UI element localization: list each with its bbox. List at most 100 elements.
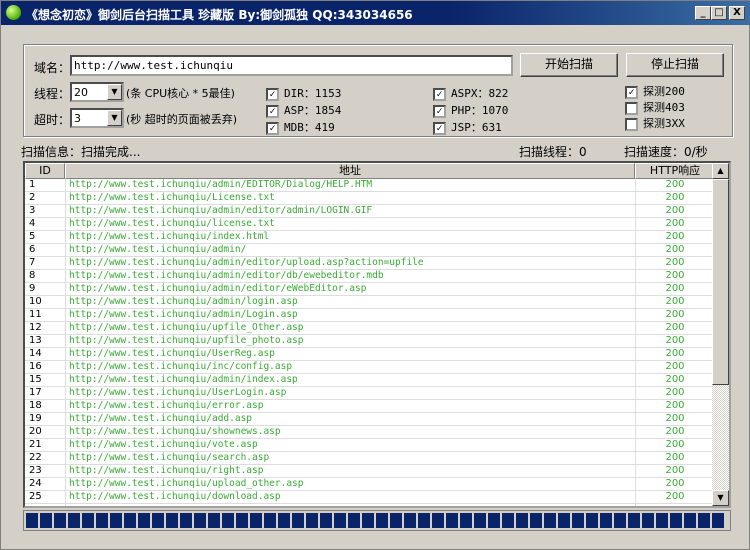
row-url[interactable]: http://www.test.ichunqiu/inc/config.asp (69, 361, 292, 373)
row-url[interactable]: http://www.test.ichunqiu/admin/editor/eW… (69, 283, 366, 295)
probe-checkbox[interactable]: ✓ 探测200 (625, 83, 685, 99)
threads-label: 线程： (34, 87, 71, 101)
table-row[interactable]: 11 http://www.test.ichunqiu/admin/Login.a… (25, 309, 715, 322)
checkbox-icon[interactable]: ✓ (266, 87, 279, 101)
row-url[interactable]: http://www.test.ichunqiu/admin/login.asp (69, 296, 298, 308)
table-row[interactable]: 1 http://www.test.ichunqiu/admin/EDITOR/D… (25, 179, 715, 192)
domain-input[interactable]: http://www.test.ichunqiu (70, 55, 513, 76)
checkbox-icon[interactable]: ✓ (433, 104, 446, 118)
table-row[interactable]: 16 http://www.test.ichunqiu/inc/config.as… (25, 361, 715, 374)
checkbox-icon[interactable]: ✓ (266, 104, 279, 118)
table-row[interactable]: 25 http://www.test.ichunqiu/download.asp 2… (25, 491, 715, 504)
table-row[interactable]: 7 http://www.test.ichunqiu/admin/editor/u… (25, 257, 715, 270)
table-row[interactable]: 5 http://www.test.ichunqiu/index.html 200 (25, 231, 715, 244)
column-header-http[interactable]: HTTP响应 (635, 163, 715, 179)
chevron-down-icon[interactable]: ▼ (107, 84, 122, 100)
progress-segment (334, 513, 346, 528)
row-url[interactable]: http://www.test.ichunqiu/UserLogin.asp (69, 387, 286, 399)
row-url[interactable]: http://www.test.ichunqiu/upfile_Other.as… (69, 322, 304, 334)
table-row[interactable]: 15 http://www.test.ichunqiu/admin/index.a… (25, 374, 715, 387)
maximize-button[interactable]: □ (711, 6, 727, 20)
dict-checkbox[interactable]: ✓ PHP：1070 (433, 102, 508, 118)
table-row[interactable]: 6 http://www.test.ichunqiu/admin/200 (25, 244, 715, 257)
progress-segment (572, 513, 584, 528)
column-header-address[interactable]: 地址 (65, 163, 635, 179)
table-row[interactable]: 8 http://www.test.ichunqiu/admin/editor/d… (25, 270, 715, 283)
table-row[interactable]: 23 http://www.test.ichunqiu/right.asp 200 (25, 465, 715, 478)
probe-checkbox[interactable]: 探测3XX (625, 115, 685, 131)
table-row[interactable]: 3 http://www.test.ichunqiu/admin/editor/a… (25, 205, 715, 218)
progress-segment (544, 513, 556, 528)
checkbox-icon[interactable]: ✓ (433, 121, 446, 135)
table-row[interactable]: 24 http://www.test.ichunqiu/upload_other.… (25, 478, 715, 491)
scrollbar-thumb[interactable] (712, 179, 729, 385)
row-url[interactable]: http://www.test.ichunqiu/admin/editor/ad… (69, 205, 372, 217)
start-scan-button[interactable]: 开始扫描 (520, 53, 618, 77)
row-url[interactable]: http://www.test.ichunqiu/download.asp (69, 491, 281, 503)
dict-checkbox[interactable]: ✓ JSP：631 (433, 119, 502, 135)
table-row[interactable]: 4 http://www.test.ichunqiu/license.txt 200 (25, 218, 715, 231)
table-row[interactable]: 2 http://www.test.ichunqiu/License.txt 200 (25, 192, 715, 205)
row-url[interactable]: http://www.test.ichunqiu/search.asp (69, 452, 269, 464)
row-url[interactable]: http://www.test.ichunqiu/add.asp (69, 413, 252, 425)
column-header-id[interactable]: ID (25, 163, 65, 179)
table-row[interactable]: 12 http://www.test.ichunqiu/upfile_Other.… (25, 322, 715, 335)
row-http-code: 200 (665, 335, 685, 346)
table-row[interactable]: 14 http://www.test.ichunqiu/UserReg.asp 20… (25, 348, 715, 361)
row-url[interactable]: http://www.test.ichunqiu/upload_other.as… (69, 478, 304, 490)
row-url[interactable]: http://www.test.ichunqiu/index.html (69, 231, 269, 243)
vertical-scrollbar[interactable]: ▲ ▼ (712, 163, 729, 506)
row-url[interactable]: http://www.test.ichunqiu/UserReg.asp (69, 348, 275, 360)
row-url[interactable]: http://www.test.ichunqiu/upfile_photo.as… (69, 335, 304, 347)
table-row[interactable]: 18 http://www.test.ichunqiu/error.asp 200 (25, 400, 715, 413)
table-row[interactable]: 20 http://www.test.ichunqiu/shownews.asp 2… (25, 426, 715, 439)
threads-value: 20 (74, 86, 88, 99)
row-url[interactable]: http://www.test.ichunqiu/admin/ (69, 244, 246, 256)
row-url[interactable]: http://www.test.ichunqiu/error.asp (69, 400, 263, 412)
stop-scan-button[interactable]: 停止扫描 (626, 53, 724, 77)
row-url[interactable]: http://www.test.ichunqiu/admin/index.asp (69, 374, 298, 386)
row-id: 23 (29, 465, 42, 476)
row-id: 24 (29, 478, 42, 489)
progress-segment (446, 513, 458, 528)
table-row[interactable]: 19 http://www.test.ichunqiu/add.asp 200 (25, 413, 715, 426)
checkbox-icon[interactable] (625, 101, 638, 115)
table-row[interactable]: 13 http://www.test.ichunqiu/upfile_photo.… (25, 335, 715, 348)
threads-hint: (条 CPU核心 * 5最佳) (126, 87, 235, 100)
probe-checkbox[interactable]: 探测403 (625, 99, 685, 115)
minimize-button[interactable]: _ (695, 6, 711, 20)
close-button[interactable]: X (729, 6, 745, 20)
row-url[interactable]: http://www.test.ichunqiu/admin/Login.asp (69, 309, 298, 321)
scroll-up-icon[interactable]: ▲ (712, 163, 729, 179)
dict-checkbox[interactable]: ✓ ASP：1854 (266, 102, 341, 118)
chevron-down-icon[interactable]: ▼ (107, 110, 122, 126)
checkbox-icon[interactable]: ✓ (266, 121, 279, 135)
checkbox-icon[interactable]: ✓ (433, 87, 446, 101)
threads-select[interactable]: 20 ▼ (70, 82, 124, 102)
row-url[interactable]: http://www.test.ichunqiu/admin/EDITOR/Di… (69, 179, 372, 191)
timeout-select[interactable]: 3 ▼ (70, 108, 124, 128)
scroll-down-icon[interactable]: ▼ (712, 490, 729, 506)
table-row[interactable]: 17 http://www.test.ichunqiu/UserLogin.asp… (25, 387, 715, 400)
row-url[interactable]: http://www.test.ichunqiu/License.txt (69, 192, 275, 204)
row-url[interactable]: http://www.test.ichunqiu/admin/editor/db… (69, 270, 384, 282)
progress-segment (614, 513, 626, 528)
table-row[interactable]: 9 http://www.test.ichunqiu/admin/editor/e… (25, 283, 715, 296)
table-row[interactable]: 22 http://www.test.ichunqiu/search.asp 200 (25, 452, 715, 465)
dict-checkbox[interactable]: ✓ MDB：419 (266, 119, 335, 135)
dict-checkbox[interactable]: ✓ ASPX：822 (433, 85, 508, 101)
checkbox-icon[interactable]: ✓ (625, 85, 638, 99)
row-url[interactable]: http://www.test.ichunqiu/right.asp (69, 465, 263, 477)
row-url[interactable]: http://www.test.ichunqiu/shownews.asp (69, 426, 281, 438)
table-row[interactable]: 10 http://www.test.ichunqiu/admin/login.a… (25, 296, 715, 309)
row-url[interactable]: http://www.test.ichunqiu/vote.asp (69, 439, 258, 451)
dict-checkbox[interactable]: ✓ DIR：1153 (266, 85, 341, 101)
progress-segment (558, 513, 570, 528)
row-id: 3 (29, 205, 36, 216)
row-url[interactable]: http://www.test.ichunqiu/license.txt (69, 218, 275, 230)
checkbox-icon[interactable] (625, 117, 638, 131)
row-id: 14 (29, 348, 42, 359)
timeout-value: 3 (74, 112, 81, 125)
table-row[interactable]: 21 http://www.test.ichunqiu/vote.asp 200 (25, 439, 715, 452)
row-url[interactable]: http://www.test.ichunqiu/admin/editor/up… (69, 257, 424, 269)
